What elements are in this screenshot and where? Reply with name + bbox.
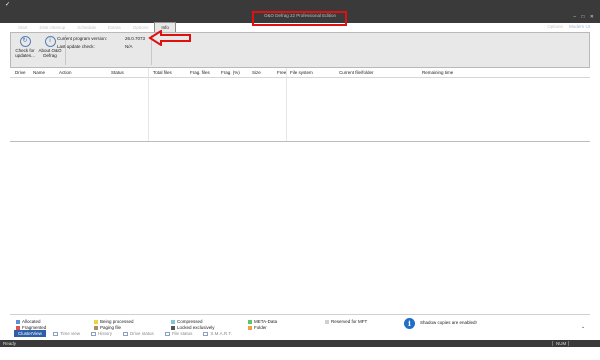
tab-label: S.M.A.R.T. bbox=[210, 331, 232, 336]
close-button[interactable]: ✕ bbox=[590, 14, 594, 20]
column-drive[interactable]: Drive bbox=[15, 70, 26, 75]
tab-label: History bbox=[98, 331, 113, 336]
column-action[interactable]: Action bbox=[59, 70, 72, 75]
legend-item: META-Data bbox=[248, 319, 277, 324]
tab-label: Time view bbox=[59, 331, 81, 336]
version-row: Current program version: 26.0.7073 bbox=[57, 36, 145, 41]
view-tabs: ClusterView Time view History Drive stat… bbox=[14, 330, 239, 337]
legend-swatch bbox=[171, 325, 175, 330]
info-icon: i bbox=[404, 318, 415, 329]
last-update-label: Last update check: bbox=[57, 44, 95, 49]
legend-swatch bbox=[248, 325, 252, 330]
topright-links: Options Modern UI bbox=[542, 24, 590, 29]
column-name[interactable]: Name bbox=[33, 70, 45, 75]
column-status[interactable]: Status bbox=[111, 70, 124, 75]
tab-extras[interactable]: Extras bbox=[102, 23, 127, 32]
legend-item: Reserved for MFT bbox=[325, 319, 367, 324]
tab-disk-cleanup[interactable]: Disk cleanup bbox=[34, 23, 72, 32]
column-size[interactable]: Size bbox=[252, 70, 261, 75]
tab-schedule[interactable]: Schedule bbox=[71, 23, 102, 32]
legend-swatch bbox=[248, 319, 252, 324]
smart-icon bbox=[203, 331, 209, 336]
status-bar: Ready NUM bbox=[0, 340, 600, 347]
legend-swatch bbox=[16, 319, 20, 324]
num-lock-indicator: NUM bbox=[552, 341, 566, 346]
window-controls: – □ ✕ bbox=[569, 14, 594, 20]
legend-item: Being processed bbox=[94, 319, 134, 324]
column-frag-percent[interactable]: Frag. (%) bbox=[221, 70, 240, 75]
info-ribbon: ↻ Check for updates... i About O&O Defra… bbox=[10, 32, 590, 68]
tab-history[interactable]: History bbox=[87, 330, 116, 337]
last-update-value: N/A bbox=[125, 44, 133, 49]
tab-smart[interactable]: S.M.A.R.T. bbox=[199, 330, 236, 337]
tab-cluster-view[interactable]: ClusterView bbox=[14, 330, 46, 337]
tab-drive-status[interactable]: Drive status bbox=[119, 330, 158, 337]
legend-swatch bbox=[325, 319, 329, 324]
shadow-copies-notice: Shadow copies are enabled! bbox=[420, 320, 477, 325]
tab-label: File status bbox=[171, 331, 193, 336]
title-highlight-box bbox=[252, 11, 347, 26]
status-panel bbox=[568, 341, 597, 346]
about-label: About O&O Defrag bbox=[38, 48, 62, 58]
legend-item: Folder bbox=[248, 325, 267, 330]
legend-swatch bbox=[94, 325, 98, 330]
tab-start[interactable]: Start bbox=[12, 23, 34, 32]
app-icon: ✓ bbox=[5, 2, 11, 8]
column-remaining-time[interactable]: Remaining time bbox=[422, 70, 453, 75]
legend-item: Allocated bbox=[16, 319, 41, 324]
column-frag-files[interactable]: Frag. files bbox=[190, 70, 210, 75]
legend-item: Compressed bbox=[171, 319, 203, 324]
column-current-file[interactable]: Current file/folder bbox=[339, 70, 374, 75]
column-total-files[interactable]: Total files bbox=[153, 70, 172, 75]
drive-icon bbox=[123, 331, 129, 336]
legend-swatch bbox=[171, 319, 175, 324]
check-updates-label: Check for updates... bbox=[15, 48, 35, 58]
column-file-system[interactable]: File system bbox=[290, 70, 313, 75]
chevron-down-icon[interactable]: ⌄ bbox=[581, 324, 585, 330]
legend-swatch bbox=[16, 325, 20, 330]
options-link[interactable]: Options bbox=[547, 24, 563, 29]
check-updates-button[interactable]: ↻ Check for updates... bbox=[13, 35, 37, 58]
red-arrow-annotation bbox=[148, 30, 191, 46]
status-text: Ready bbox=[3, 341, 17, 346]
column-divider bbox=[148, 68, 149, 142]
drive-list-bottom-border bbox=[10, 141, 590, 142]
history-icon bbox=[91, 331, 97, 336]
info-icon: i bbox=[44, 36, 56, 47]
clock-icon bbox=[52, 331, 58, 336]
drive-list-header: Drive Name Action Status Total files Fra… bbox=[10, 68, 590, 78]
version-value: 26.0.7073 bbox=[125, 36, 146, 41]
last-update-row: Last update check: N/A bbox=[57, 44, 133, 49]
version-label: Current program version: bbox=[57, 36, 108, 41]
tab-file-status[interactable]: File status bbox=[161, 330, 197, 337]
update-icon: ↻ bbox=[19, 36, 31, 47]
column-free[interactable]: Free bbox=[277, 70, 286, 75]
tab-label: Drive status bbox=[130, 331, 154, 336]
minimize-button[interactable]: – bbox=[573, 14, 576, 20]
title-bar: ✓ O&O Defrag 22 Professional Edition – □… bbox=[0, 0, 600, 26]
column-divider bbox=[286, 68, 287, 142]
legend-swatch bbox=[94, 319, 98, 324]
modern-ui-toggle[interactable]: Modern UI bbox=[569, 24, 590, 29]
file-icon bbox=[164, 331, 170, 336]
tab-time-view[interactable]: Time view bbox=[49, 330, 84, 337]
maximize-button[interactable]: □ bbox=[581, 14, 584, 20]
